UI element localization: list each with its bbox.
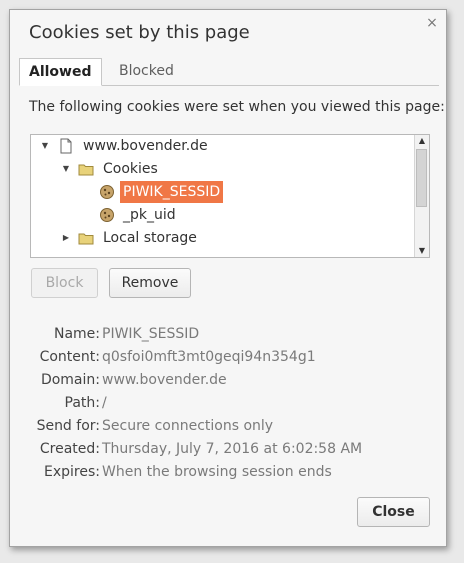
tree-item-cookies[interactable]: ▼ Cookies: [31, 158, 415, 180]
block-button[interactable]: Block: [31, 268, 98, 298]
tree-scrollbar[interactable]: ▲ ▼: [414, 135, 429, 257]
tab-blocked[interactable]: Blocked: [110, 58, 183, 85]
close-button[interactable]: Close: [357, 497, 430, 527]
remove-button[interactable]: Remove: [109, 268, 191, 298]
detail-value: q0sfoi0mft3mt0geqi94n354g1: [102, 349, 316, 365]
scroll-up-icon[interactable]: ▲: [415, 135, 429, 147]
tab-allowed[interactable]: Allowed: [19, 58, 102, 86]
detail-label: Created:: [39, 441, 100, 457]
tree-item-label: www.bovender.de: [83, 138, 208, 154]
detail-value: Thursday, July 7, 2016 at 6:02:58 AM: [102, 441, 363, 457]
tree-item-site[interactable]: ▼ www.bovender.de: [31, 135, 415, 157]
detail-label: Content:: [39, 349, 100, 365]
scroll-thumb[interactable]: [416, 149, 427, 207]
expand-icon[interactable]: ▼: [40, 135, 50, 157]
tree-item-piwik-sessid[interactable]: PIWIK_SESSID: [31, 181, 415, 203]
tree-item-label: _pk_uid: [123, 207, 176, 223]
expand-icon[interactable]: ▼: [61, 158, 71, 180]
cookie-icon: [99, 184, 115, 200]
scroll-down-icon[interactable]: ▼: [415, 245, 429, 257]
detail-label: Name:: [53, 326, 100, 342]
detail-value: When the browsing session ends: [102, 464, 332, 480]
detail-value: www.bovender.de: [102, 372, 227, 388]
folder-icon: [78, 230, 94, 246]
tree-item-pk-uid[interactable]: _pk_uid: [31, 204, 415, 226]
detail-label: Domain:: [40, 372, 100, 388]
detail-value: PIWIK_SESSID: [102, 326, 200, 342]
folder-icon: [78, 161, 94, 177]
expand-icon[interactable]: ▶: [61, 227, 71, 249]
cookie-tree[interactable]: ▼ www.bovender.de ▼ Cookies PIWIK_SESSID: [30, 134, 430, 258]
detail-label: Expires:: [44, 464, 100, 480]
tree-item-label: PIWIK_SESSID: [120, 181, 224, 203]
close-icon[interactable]: ×: [424, 15, 440, 31]
dialog-title: Cookies set by this page: [29, 22, 250, 43]
tree-item-label: Local storage: [103, 230, 197, 246]
tree-item-local-storage[interactable]: ▶ Local storage: [31, 227, 415, 249]
page-icon: [58, 138, 74, 154]
cookies-dialog: Cookies set by this page × Allowed Block…: [9, 9, 447, 547]
cookie-icon: [99, 207, 115, 223]
detail-value: /: [102, 395, 107, 411]
intro-text: The following cookies were set when you …: [29, 99, 445, 115]
detail-value: Secure connections only: [102, 418, 274, 434]
tab-bar: Allowed Blocked: [19, 58, 439, 86]
detail-label: Send for:: [36, 418, 100, 434]
detail-label: Path:: [64, 395, 100, 411]
tree-item-label: Cookies: [103, 161, 158, 177]
